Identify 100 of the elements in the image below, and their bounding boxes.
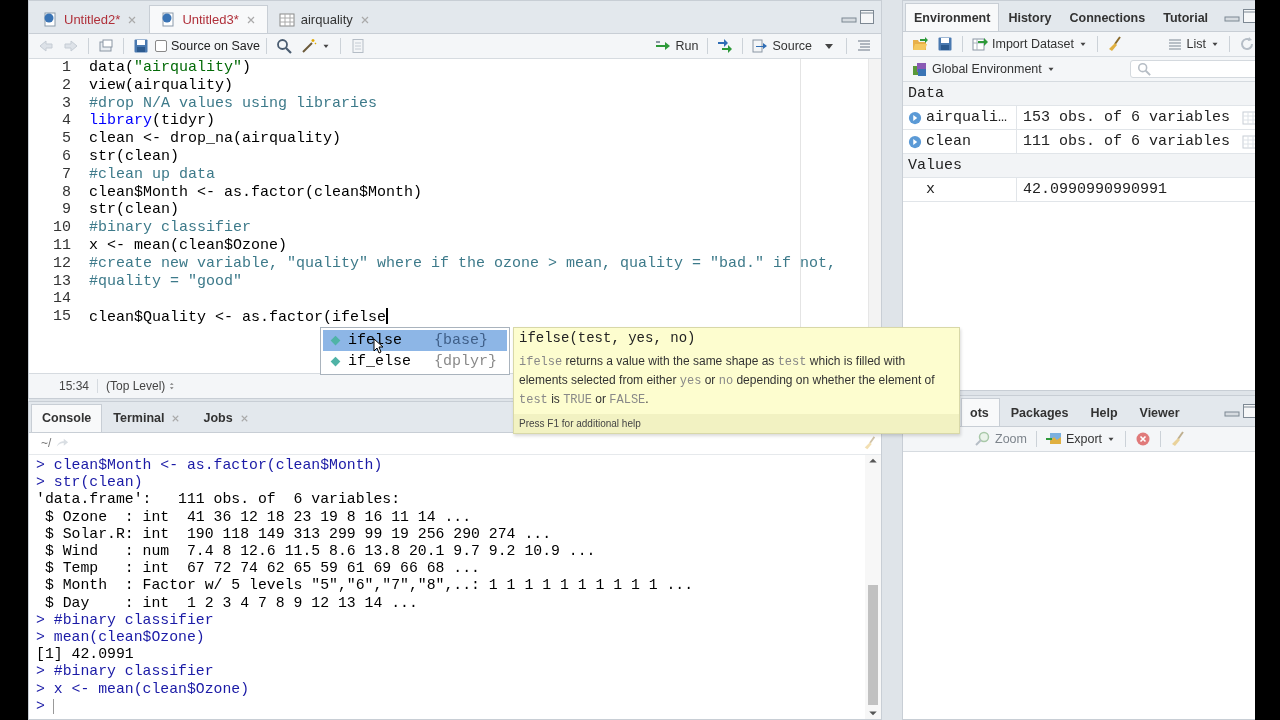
help-hint: Press F1 for additional help: [514, 414, 959, 433]
console-line: $ Wind : num 7.4 8 12.6 11.5 8.6 13.8 20.1 9.7 9.2 10.9 ...: [43, 542, 597, 561]
table-icon: [278, 11, 295, 28]
variable-name: airquali…: [926, 109, 1007, 126]
line-number: 3: [61, 94, 71, 113]
function-description: ifelse returns a value with the same shape as test which is filled with elements selected from either yes or no depending on whether the element of test is TRUE or FALSE.: [518, 353, 936, 409]
console-line: [1] 42.0991: [36, 646, 135, 664]
environment-tab[interactable]: Tutorial: [1154, 3, 1218, 31]
text-cursor: [52, 698, 54, 714]
line-number: 6: [61, 148, 71, 166]
console-line: $ Ozone : int 41 36 12 18 23 19 8 16 11 14 ...: [43, 508, 473, 526]
editor-tab[interactable]: Untitled2*: [31, 5, 150, 33]
variable-name: clean: [926, 133, 971, 150]
console-tab[interactable]: Console: [31, 403, 103, 432]
package-name: {dplyr}: [434, 353, 497, 370]
code-token: #binary classifier: [89, 219, 252, 237]
console-line: > #binary classifier: [36, 663, 215, 681]
line-number: 15: [52, 308, 71, 326]
code-token: #create new variable, "quality" where if the ozone > mean, quality = "bad." if not,: [89, 254, 837, 272]
line-number: 12: [52, 254, 71, 273]
line-number: 11: [52, 236, 71, 255]
console-line: 'data.frame': 111 obs. of 6 variables:: [36, 491, 402, 509]
code-token: (tidyr): [152, 112, 216, 130]
line-number: 10: [52, 219, 71, 237]
console-line: > #binary classifier: [36, 611, 215, 629]
forward-icon: [63, 38, 79, 54]
console-line: > x <- mean(clean$Ozone): [36, 680, 251, 698]
line-number: 5: [61, 130, 71, 148]
save-icon: [937, 36, 953, 52]
view-mode-button[interactable]: List: [1163, 34, 1223, 54]
line-number: 2: [61, 76, 71, 95]
expand-circle-icon[interactable]: [908, 110, 922, 125]
console-tab[interactable]: Terminal: [102, 403, 193, 432]
source-icon: [752, 38, 769, 54]
open-folder-icon: [912, 36, 928, 52]
completion-item[interactable]: ifelse {base}: [323, 330, 507, 351]
import-dataset-button[interactable]: Import Dataset: [969, 34, 1091, 54]
cursor-position: 15:34: [29, 378, 98, 393]
run-button[interactable]: Run: [652, 36, 702, 56]
console-prompt: >: [36, 697, 45, 715]
variable-value: 42.0990990990991: [1023, 181, 1168, 198]
code-token: #clean up data: [89, 165, 216, 183]
line-number: 13: [52, 272, 71, 291]
window-icon: [98, 38, 114, 54]
list-icon: [1166, 36, 1183, 52]
completion-item[interactable]: if_else {dplyr}: [323, 351, 507, 372]
variable-name: x: [926, 181, 935, 198]
working-directory[interactable]: ~/: [41, 436, 52, 451]
function-icon: [329, 334, 342, 347]
search-field[interactable]: [1130, 60, 1258, 78]
line-number: 1: [61, 59, 71, 77]
environment-tab[interactable]: Environment: [905, 3, 1000, 31]
layers-icon: [912, 61, 928, 77]
scrollbar-thumb[interactable]: [868, 585, 878, 705]
export-button[interactable]: Export: [1042, 429, 1120, 449]
source-on-save-checkbox[interactable]: Source on Save: [155, 39, 260, 53]
broom-icon[interactable]: [863, 436, 877, 451]
console-tab[interactable]: Jobs: [192, 403, 261, 432]
console-line: $ Temp : int 67 72 74 62 65 59 61 69 66 68 ...: [43, 560, 481, 578]
wand-icon: [300, 38, 317, 54]
console-line: > clean$Month <- as.factor(clean$Month): [36, 456, 384, 475]
function-signature: ifelse(test, yes, no): [518, 329, 697, 348]
code-token: "airquality": [134, 59, 243, 76]
editor-tab[interactable]: airquality: [267, 5, 382, 33]
code-token: data(: [89, 59, 134, 76]
console-line: $ Day : int 1 2 3 4 7 8 9 12 13 14 ...: [43, 594, 419, 612]
plots-tab[interactable]: Viewer: [1128, 398, 1191, 426]
environment-tab[interactable]: Connections: [1060, 3, 1155, 31]
save-icon: [133, 38, 149, 54]
search-icon: [275, 38, 292, 54]
broom-icon: [1170, 431, 1187, 447]
source-button[interactable]: Source: [749, 36, 815, 56]
code-token: ): [242, 59, 252, 76]
scope-selector[interactable]: (Top Level): [98, 378, 187, 393]
back-icon: [38, 38, 54, 54]
line-number: 4: [61, 112, 71, 131]
package-name: {base}: [434, 332, 488, 349]
plots-tab[interactable]: Help: [1079, 398, 1129, 426]
variable-value: 153 obs. of 6 variables: [1023, 109, 1231, 126]
delete-icon: [1135, 431, 1152, 447]
plots-tab[interactable]: Packages: [999, 398, 1080, 426]
code-token: view(airquality): [89, 76, 234, 94]
rerun-icon: [717, 38, 734, 54]
line-number: 14: [52, 290, 71, 309]
function-icon: [329, 355, 342, 368]
editor-tab[interactable]: Untitled3*: [149, 5, 268, 33]
r-file-icon: [42, 11, 58, 28]
plots-tab[interactable]: ots: [961, 398, 1000, 426]
code-token: clean <- drop_na(airquality): [89, 130, 342, 148]
outline-icon: [856, 38, 872, 54]
search-icon: [1137, 62, 1151, 76]
console-line: $ Solar.R: int 190 118 149 313 299 99 19 256 290 274 ...: [43, 525, 552, 543]
console-line: > str(clean): [36, 474, 144, 492]
expand-circle-icon[interactable]: [908, 134, 922, 149]
console-line: $ Month : Factor w/ 5 levels "5","6","7","8",..: 1 1 1 1 1 1 1 1 1 1 ...: [43, 577, 695, 595]
code-token: str(clean): [89, 148, 179, 165]
environment-tab[interactable]: History: [999, 3, 1061, 31]
report-icon: [349, 38, 366, 54]
line-number: 8: [61, 183, 71, 202]
console-line: > mean(clean$Ozone): [36, 628, 206, 647]
